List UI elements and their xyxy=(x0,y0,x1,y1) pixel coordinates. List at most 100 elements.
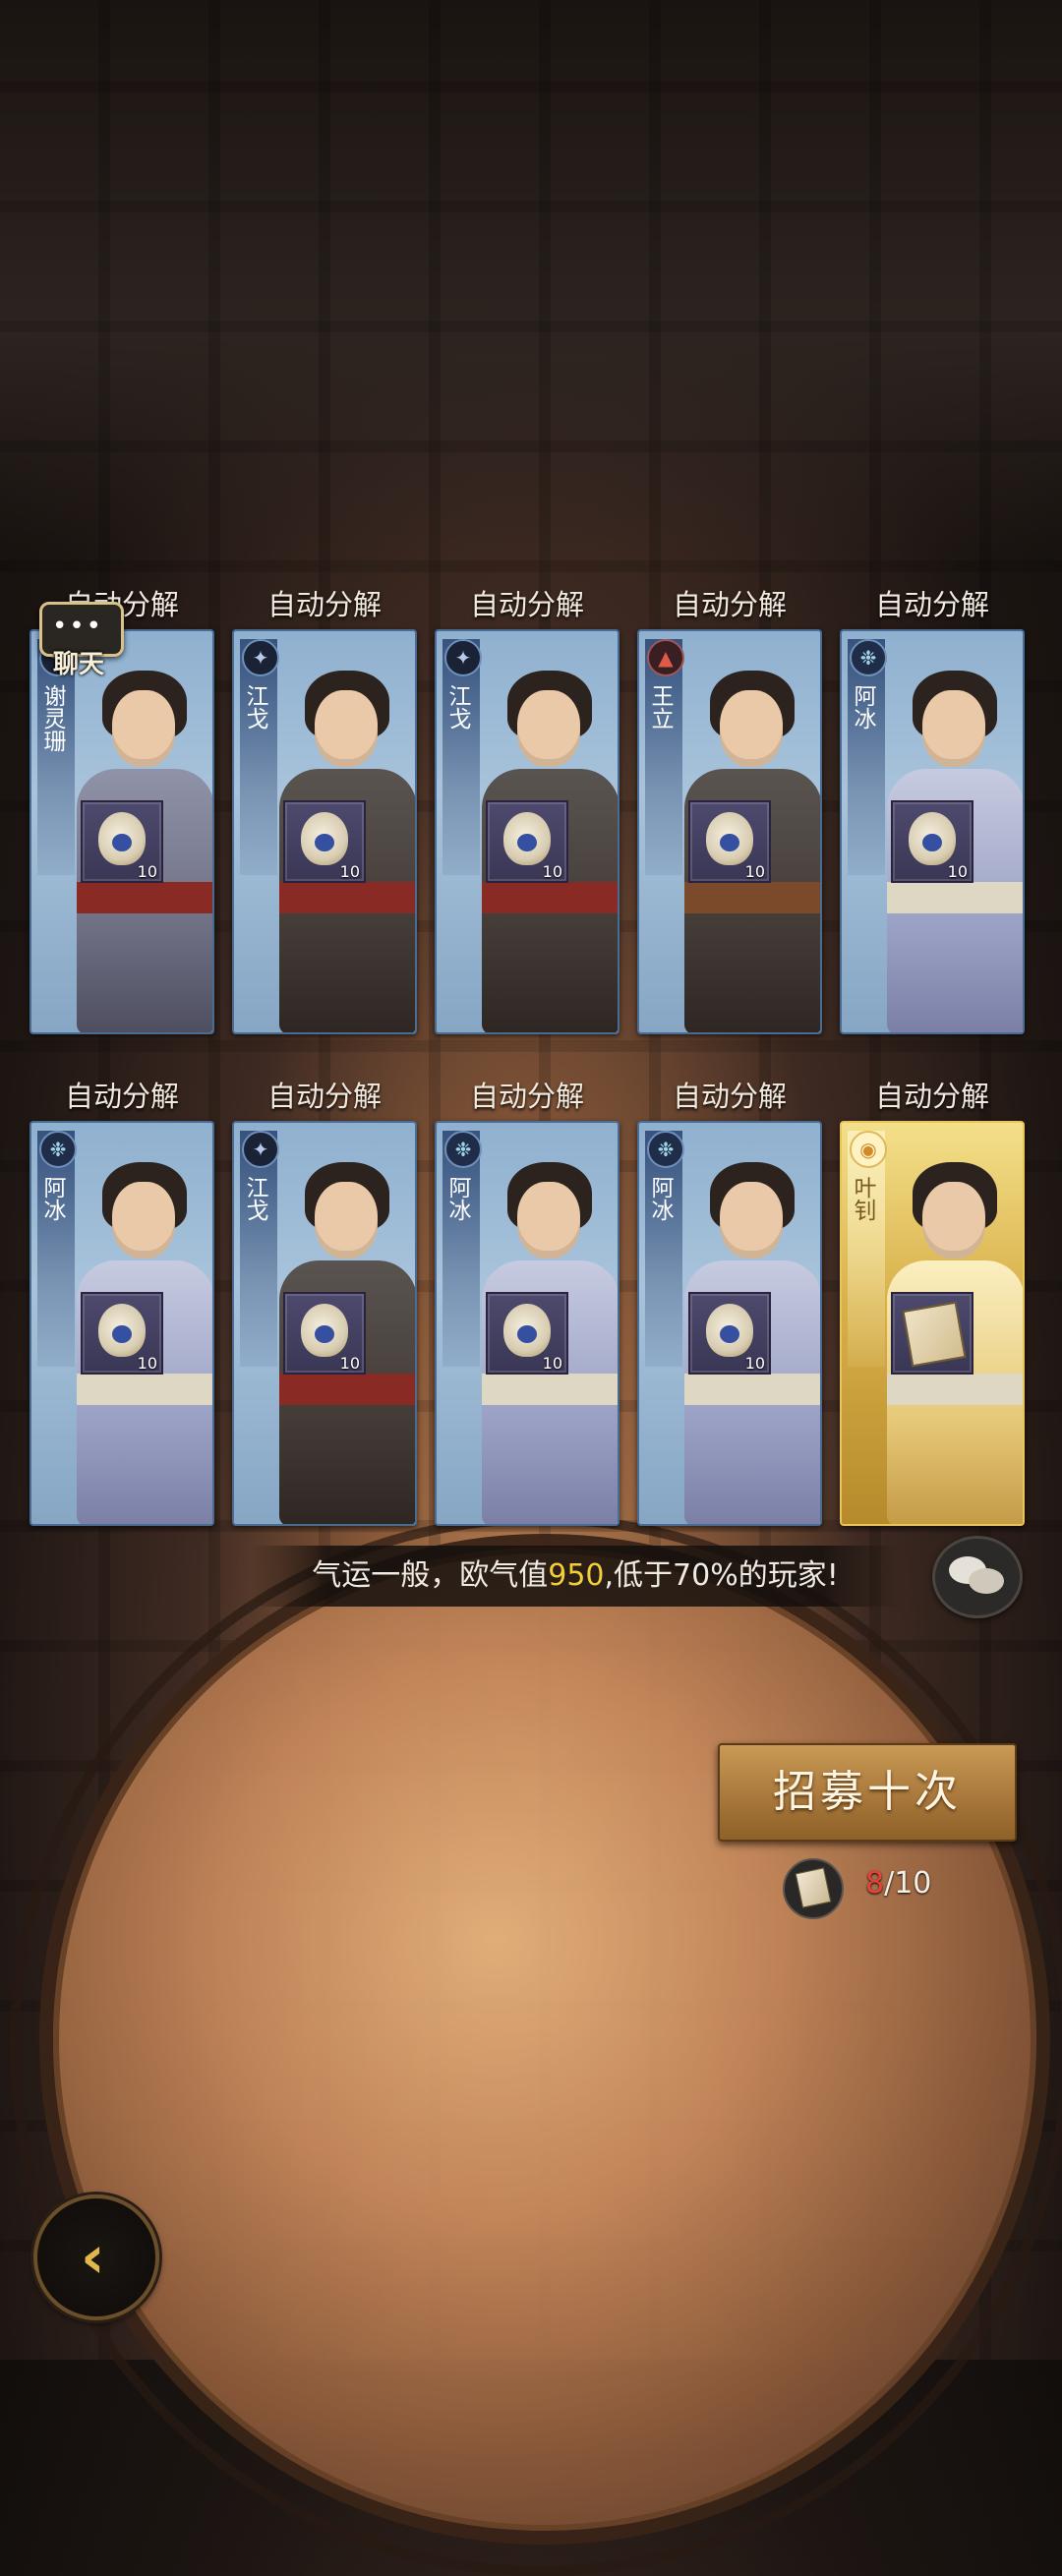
hero-name: 江戈 xyxy=(242,684,267,730)
hero-sash xyxy=(684,1374,820,1405)
auto-decompose-label[interactable]: 自动分解 xyxy=(637,580,822,629)
recruit-ten-button[interactable]: 招募十次 xyxy=(718,1743,1017,1842)
hero-portrait-card[interactable]: ✦ 江戈 10 xyxy=(232,1121,417,1526)
faction-emblem-icon: ✦ xyxy=(242,1131,279,1168)
hero-card[interactable]: 自动分解 ❉ 阿冰 10 xyxy=(637,1072,822,1534)
hero-name: 谢灵珊 xyxy=(39,684,65,752)
auto-decompose-label[interactable]: 自动分解 xyxy=(435,580,620,629)
hero-sash xyxy=(279,1374,415,1405)
chat-label: 聊天 xyxy=(53,650,105,679)
hero-card[interactable]: 自动分解 ◉ 叶钊 xyxy=(840,1072,1025,1534)
reward-item[interactable]: 10 xyxy=(283,1292,366,1375)
hero-name: 江戈 xyxy=(444,684,470,730)
hero-sash xyxy=(684,882,820,913)
faction-emblem-icon: ❉ xyxy=(850,639,887,676)
item-count: 10 xyxy=(744,1354,765,1373)
hero-card[interactable]: 自动分解 ▲ 王立 10 xyxy=(637,580,822,1042)
faction-emblem-icon: ❉ xyxy=(39,1131,77,1168)
auto-decompose-label[interactable]: 自动分解 xyxy=(232,1072,417,1121)
hero-head xyxy=(315,690,378,767)
chat-dots-icon: ••• xyxy=(52,612,104,641)
hero-head xyxy=(922,1182,985,1259)
hero-sash xyxy=(77,882,212,913)
back-arrow-icon: ‹ xyxy=(81,2223,105,2292)
luck-prefix: 气运一般，欧气值 xyxy=(312,1558,549,1593)
hero-portrait-card[interactable]: ❉ 阿冰 10 xyxy=(30,1121,214,1526)
hero-card[interactable]: 自动分解 ✦ 江戈 10 xyxy=(232,1072,417,1534)
scroll-item-icon xyxy=(902,1301,967,1368)
reward-item[interactable]: 10 xyxy=(283,800,366,883)
hero-name: 阿冰 xyxy=(647,1176,673,1221)
reward-item[interactable]: 10 xyxy=(688,800,771,883)
faction-emblem-icon: ✦ xyxy=(242,639,279,676)
faction-emblem-icon: ❉ xyxy=(444,1131,482,1168)
hero-head xyxy=(112,690,175,767)
luck-suffix: ,低于70%的玩家! xyxy=(604,1558,839,1593)
faction-emblem-icon: ▲ xyxy=(647,639,684,676)
hero-name: 王立 xyxy=(647,684,673,730)
gourd-item-icon xyxy=(503,812,551,865)
reward-item[interactable]: 10 xyxy=(891,800,974,883)
luck-value: 950 xyxy=(548,1558,605,1593)
item-count: 10 xyxy=(339,862,360,881)
item-count: 10 xyxy=(137,862,157,881)
auto-decompose-label[interactable]: 自动分解 xyxy=(232,580,417,629)
auto-decompose-label[interactable]: 自动分解 xyxy=(30,1072,214,1121)
hero-card[interactable]: 自动分解 ❉ 阿冰 10 xyxy=(30,1072,214,1534)
reward-item[interactable]: 10 xyxy=(688,1292,771,1375)
gourd-item-icon xyxy=(301,1304,348,1357)
hero-card[interactable]: 自动分解 ❉ 阿冰 10 xyxy=(840,580,1025,1042)
hero-name: 阿冰 xyxy=(39,1176,65,1221)
gourd-item-icon xyxy=(98,1304,146,1357)
ticket-count: 8/10 xyxy=(865,1866,931,1901)
item-count: 10 xyxy=(137,1354,157,1373)
auto-decompose-label[interactable]: 自动分解 xyxy=(840,1072,1025,1121)
gourd-item-icon xyxy=(98,812,146,865)
item-count: 10 xyxy=(947,862,968,881)
hero-name: 阿冰 xyxy=(850,684,875,730)
hero-portrait-card[interactable]: ✦ 江戈 10 xyxy=(232,629,417,1034)
hero-sash xyxy=(77,1374,212,1405)
hero-name: 阿冰 xyxy=(444,1176,470,1221)
hero-head xyxy=(517,690,580,767)
hero-portrait-card[interactable]: ▲ 王立 10 xyxy=(637,629,822,1034)
hero-head xyxy=(720,690,783,767)
gourd-item-icon xyxy=(706,1304,753,1357)
hero-portrait-card[interactable]: ❉ 阿冰 10 xyxy=(435,1121,620,1526)
faction-emblem-icon: ◉ xyxy=(850,1131,887,1168)
auto-decompose-label[interactable]: 自动分解 xyxy=(840,580,1025,629)
recruit-ticket-icon xyxy=(783,1858,844,1919)
speech-bubble-icon-secondary xyxy=(969,1568,1004,1594)
hero-head xyxy=(112,1182,175,1259)
reward-item[interactable]: 10 xyxy=(81,1292,163,1375)
hero-portrait-card[interactable]: ✦ 谢灵珊 10 xyxy=(30,629,214,1034)
hero-sash xyxy=(279,882,415,913)
reward-item[interactable] xyxy=(891,1292,974,1375)
hero-head xyxy=(720,1182,783,1259)
luck-banner: 气运一般，欧气值950,低于70%的玩家! xyxy=(251,1546,900,1607)
reward-item[interactable]: 10 xyxy=(486,800,568,883)
hero-portrait-card[interactable]: ❉ 阿冰 10 xyxy=(840,629,1025,1034)
hero-head xyxy=(922,690,985,767)
hero-sash xyxy=(482,1374,618,1405)
share-chat-button[interactable] xyxy=(932,1536,1023,1618)
item-count: 10 xyxy=(542,862,562,881)
hero-sash xyxy=(887,882,1023,913)
hero-card[interactable]: 自动分解 ❉ 阿冰 10 xyxy=(435,1072,620,1534)
hero-sash xyxy=(887,1374,1023,1405)
faction-emblem-icon: ✦ xyxy=(444,639,482,676)
back-button[interactable]: ‹ xyxy=(33,2195,159,2320)
hero-portrait-card[interactable]: ✦ 江戈 10 xyxy=(435,629,620,1034)
reward-item[interactable]: 10 xyxy=(81,800,163,883)
hero-head xyxy=(315,1182,378,1259)
reward-item[interactable]: 10 xyxy=(486,1292,568,1375)
hero-card[interactable]: 自动分解 ✦ 江戈 10 xyxy=(232,580,417,1042)
hero-portrait-card[interactable]: ◉ 叶钊 xyxy=(840,1121,1025,1526)
hero-card[interactable]: 自动分解 ✦ 江戈 10 xyxy=(435,580,620,1042)
gourd-item-icon xyxy=(909,812,956,865)
hero-portrait-card[interactable]: ❉ 阿冰 10 xyxy=(637,1121,822,1526)
gourd-item-icon xyxy=(706,812,753,865)
auto-decompose-label[interactable]: 自动分解 xyxy=(637,1072,822,1121)
background-moon xyxy=(39,1534,1050,2545)
auto-decompose-label[interactable]: 自动分解 xyxy=(435,1072,620,1121)
